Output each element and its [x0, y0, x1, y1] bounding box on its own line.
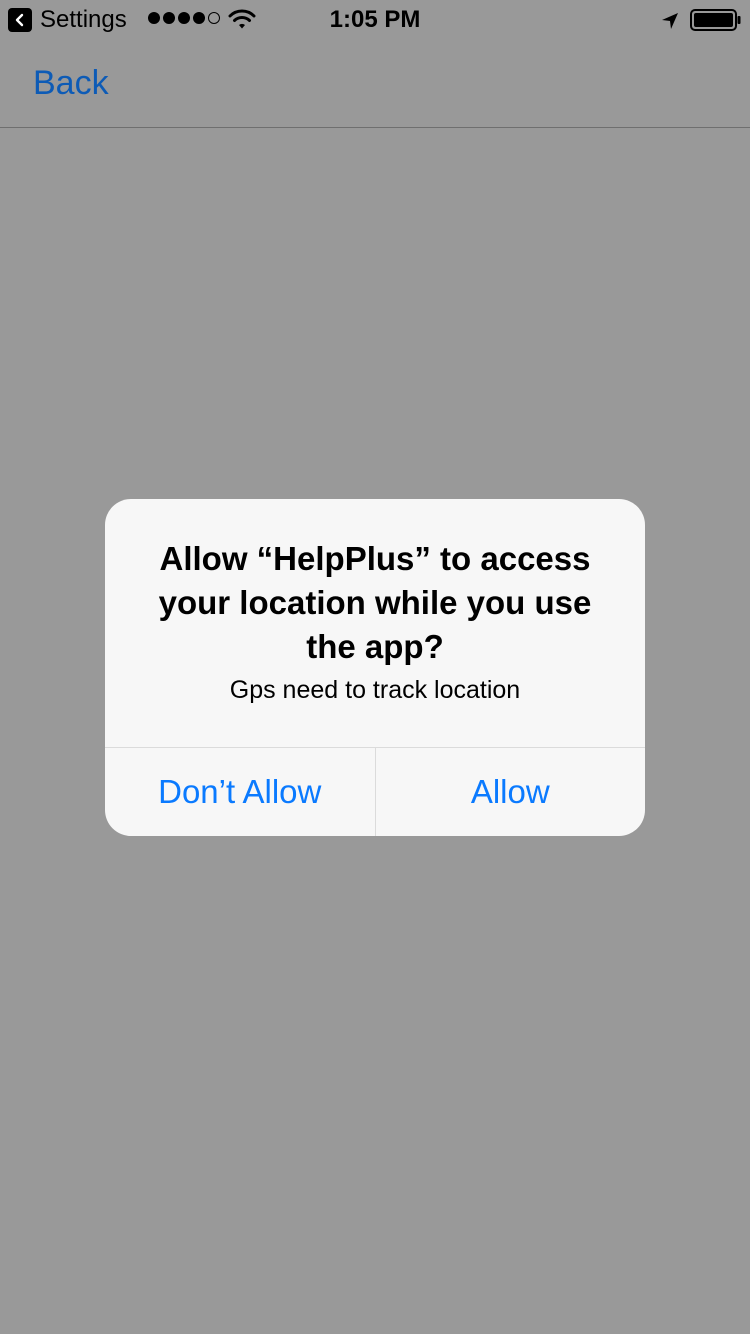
screen: Settings 1:05 PM Back Allow “HelpPlus” t… [0, 0, 750, 1334]
alert-title: Allow “HelpPlus” to access your location… [158, 540, 592, 665]
alert-message: Gps need to track location [229, 676, 521, 704]
status-time: 1:05 PM [329, 6, 421, 33]
back-button[interactable]: Back [33, 64, 109, 103]
location-permission-alert: Allow “HelpPlus” to access your location… [105, 499, 645, 836]
alert-actions: Don’t Allow Allow [105, 747, 645, 836]
status-bar: Settings 1:05 PM [0, 0, 750, 40]
navigation-bar: Back [0, 40, 750, 128]
battery-icon [690, 9, 742, 38]
dont-allow-button[interactable]: Don’t Allow [105, 748, 376, 836]
allow-button[interactable]: Allow [376, 748, 646, 836]
location-arrow-icon [660, 10, 680, 38]
